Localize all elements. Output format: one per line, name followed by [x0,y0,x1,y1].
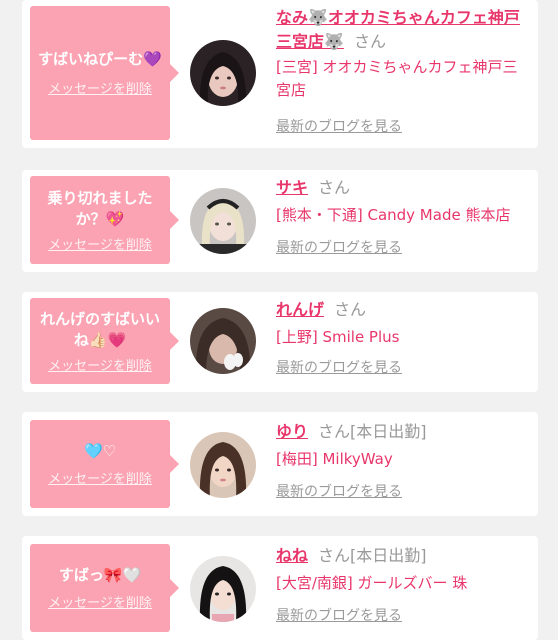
avatar[interactable] [190,432,256,498]
message-bubble: れんげのすばいい ね👍🏻💗 メッセージを削除 [30,298,179,384]
avatar[interactable] [190,40,256,106]
message-bubble: 🩵♡ メッセージを削除 [30,420,179,508]
shop-label: [熊本・下通] Candy Made 熊本店 [276,206,511,224]
girl-info: れんげ さん [上野] Smile Plus 最新のブログを見る [276,298,524,377]
avatar[interactable] [190,308,256,374]
girl-info: ねね さん[本日出勤] [大宮/南銀] ガールズバー 珠 最新のブログを見る [276,544,524,625]
shop-label: [上野] Smile Plus [276,328,400,346]
girl-info: ゆり さん[本日出勤] [梅田] MilkyWay 最新のブログを見る [276,420,524,501]
name-line: ねね さん[本日出勤] [276,544,524,568]
message-bubble: すばっ🎀🤍 メッセージを削除 [30,544,179,632]
avatar[interactable] [190,556,256,622]
girl-name-link[interactable]: サキ [276,178,308,197]
honorific: さん [334,300,367,319]
delete-message-link[interactable]: メッセージを削除 [48,468,152,487]
name-line: サキ さん [276,176,524,200]
latest-blog-link[interactable]: 最新のブログを見る [276,481,524,501]
work-status: [本日出勤] [350,546,427,565]
name-line: ゆり さん[本日出勤] [276,420,524,444]
message-card: すばっ🎀🤍 メッセージを削除 ねね さん[本日出勤] [大宮/南銀] ガールズバー… [22,536,538,640]
latest-blog-link[interactable]: 最新のブログを見る [276,116,524,136]
latest-blog-link[interactable]: 最新のブログを見る [276,605,524,625]
message-text: 🩵♡ [83,442,117,460]
message-card: 乗り切れました か？💖 メッセージを削除 サキ さん [熊本・下通] Candy … [22,170,538,272]
message-card: れんげのすばいい ね👍🏻💗 メッセージを削除 れんげ さん [上野] Smile … [22,292,538,392]
girl-name-link[interactable]: ゆり [276,422,308,441]
message-card: すばいねぴーむ💜 メッセージを削除 なみ🐺オオカミちゃんカフェ神戸三宮店🐺 さん … [22,0,538,148]
girl-name-link[interactable]: なみ🐺オオカミちゃんカフェ神戸三宮店🐺 [276,8,520,51]
avatar[interactable] [190,188,256,254]
latest-blog-link[interactable]: 最新のブログを見る [276,237,524,257]
message-bubble: 乗り切れました か？💖 メッセージを削除 [30,176,179,264]
honorific: さん [318,546,351,565]
delete-message-link[interactable]: メッセージを削除 [48,78,152,97]
message-text: れんげのすばいい ね👍🏻💗 [39,309,160,349]
work-status: [本日出勤] [350,422,427,441]
delete-message-link[interactable]: メッセージを削除 [48,234,152,253]
message-text: すばっ🎀🤍 [58,566,142,584]
delete-message-link[interactable]: メッセージを削除 [48,355,152,374]
honorific: さん [318,422,351,441]
message-text: 乗り切れました か？💖 [47,188,153,228]
name-line: なみ🐺オオカミちゃんカフェ神戸三宮店🐺 さん [276,6,524,54]
girl-name-link[interactable]: れんげ [276,300,324,319]
honorific: さん [353,32,386,51]
latest-blog-link[interactable]: 最新のブログを見る [276,357,524,377]
girl-name-link[interactable]: ねね [276,546,308,565]
name-line: れんげ さん [276,298,524,322]
message-text: すばいねぴーむ💜 [38,50,162,68]
shop-label: [梅田] MilkyWay [276,450,393,468]
girl-info: サキ さん [熊本・下通] Candy Made 熊本店 最新のブログを見る [276,176,524,257]
honorific: さん [318,178,351,197]
girl-info: なみ🐺オオカミちゃんカフェ神戸三宮店🐺 さん [三宮] オオカミちゃんカフェ神戸三… [276,6,524,136]
shop-label: [大宮/南銀] ガールズバー 珠 [276,574,468,592]
shop-label: [三宮] オオカミちゃんカフェ神戸三宮店 [276,58,518,99]
message-card: 🩵♡ メッセージを削除 ゆり さん[本日出勤] [梅田] MilkyWay 最新の… [22,412,538,516]
message-bubble: すばいねぴーむ💜 メッセージを削除 [30,6,179,140]
delete-message-link[interactable]: メッセージを削除 [48,592,152,611]
